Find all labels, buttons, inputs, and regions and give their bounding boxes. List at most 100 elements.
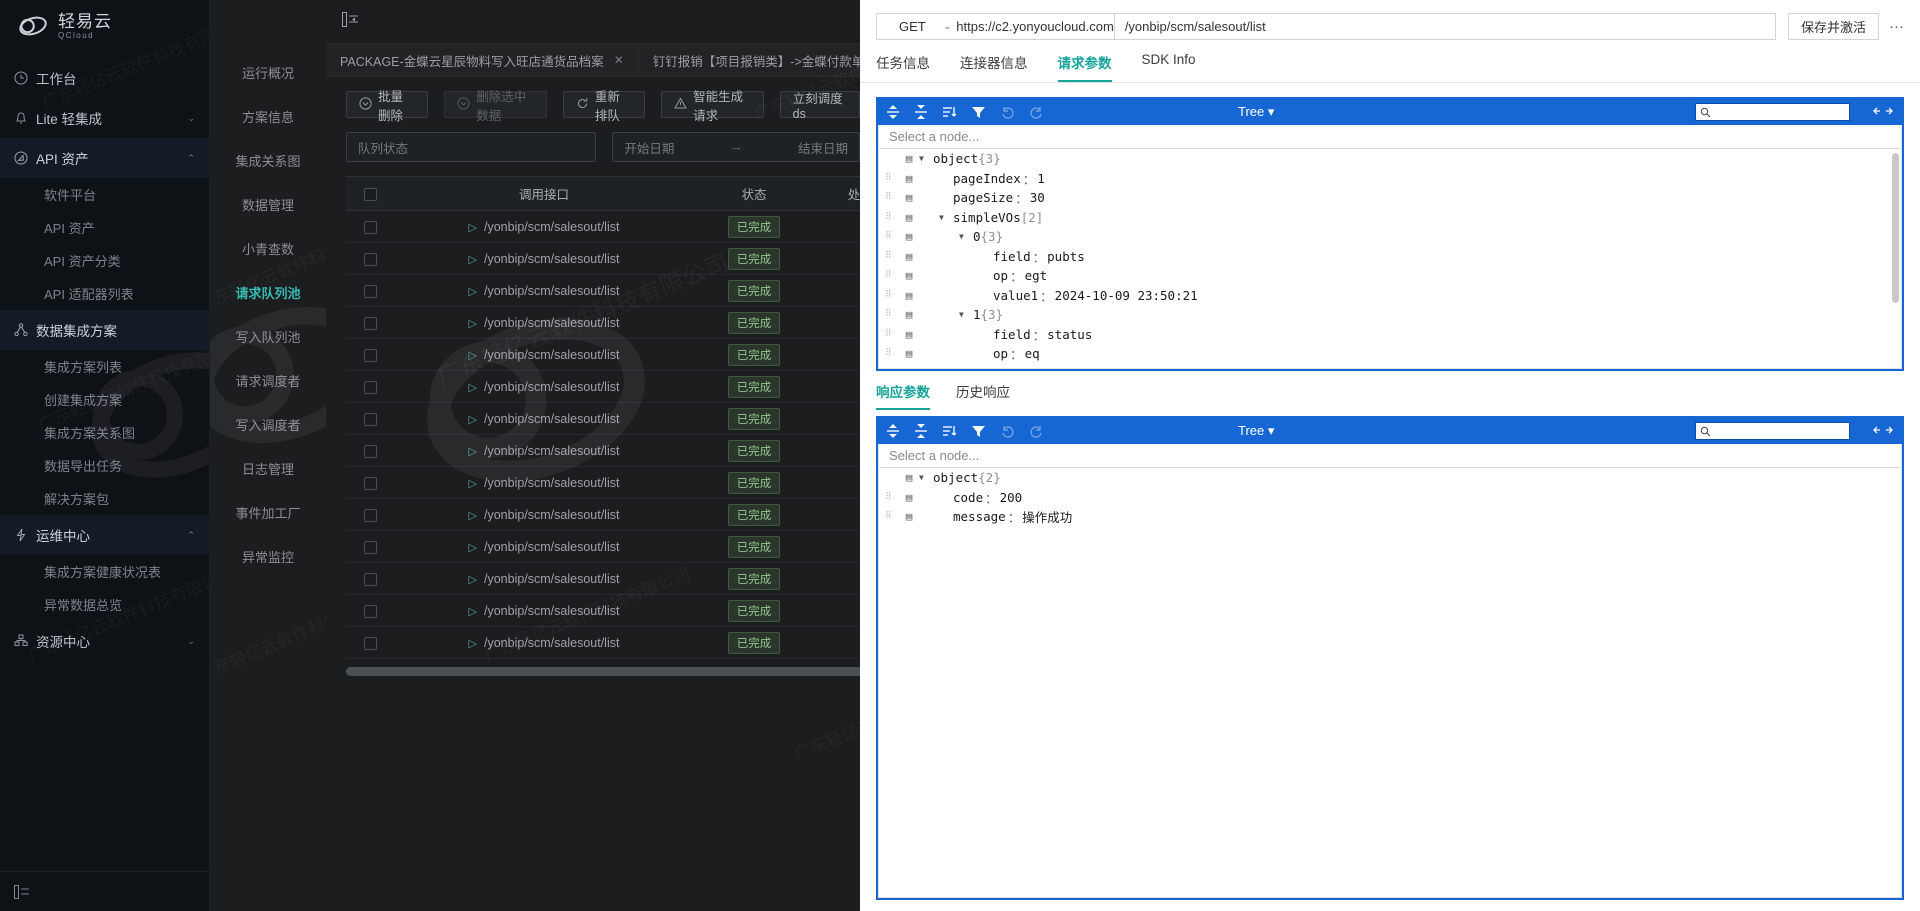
method-host-field[interactable]: GET ⌄ https://c2.yonyoucloud.com: [876, 13, 1115, 40]
play-icon[interactable]: ▷: [469, 638, 477, 650]
row-checkbox[interactable]: [363, 604, 377, 618]
json-node[interactable]: ⠿ ▤ field： pubts: [879, 247, 1901, 267]
play-icon[interactable]: ▷: [469, 254, 477, 266]
table-horizontal-scrollbar[interactable]: [346, 667, 860, 676]
expand-toggle-icon[interactable]: ▼: [959, 310, 973, 319]
row-checkbox[interactable]: [363, 412, 377, 426]
module-menu-item-2[interactable]: 集成关系图: [210, 138, 326, 182]
json-value[interactable]: egt: [1025, 268, 1048, 283]
node-menu-icon[interactable]: ▤: [899, 347, 919, 360]
json-node[interactable]: ▤ ▼ object {3}: [879, 149, 1901, 169]
select-all-header[interactable]: [346, 176, 394, 211]
play-icon[interactable]: ▷: [469, 478, 477, 490]
row-checkbox-cell[interactable]: [346, 210, 394, 243]
path-input[interactable]: /yonbip/scm/salesout/list: [1114, 13, 1776, 40]
sidebar-item-0[interactable]: 工作台: [0, 58, 209, 98]
sidebar-subitem-5[interactable]: API 资产分类: [0, 244, 209, 277]
undo-icon[interactable]: [1000, 105, 1015, 120]
json-node[interactable]: ⠿ ▤ pageIndex： 1: [879, 169, 1901, 189]
table-row[interactable]: ▷/yonbip/scm/salesout/list已完成02024-10-09…: [346, 562, 860, 595]
play-icon[interactable]: ▷: [469, 414, 477, 426]
play-icon[interactable]: ▷: [469, 574, 477, 586]
open-tab-0[interactable]: PACKAGE-金蝶云星辰物料写入旺店通货品档案 ✕: [326, 44, 639, 76]
table-row[interactable]: ▷/yonbip/scm/salesout/list已完成02024-10-09…: [346, 242, 860, 275]
detail-tab-1[interactable]: 连接器信息: [960, 52, 1028, 82]
module-menu-item-0[interactable]: 运行概况: [210, 50, 326, 94]
json-node[interactable]: ⠿ ▤ field： status: [879, 325, 1901, 345]
sidebar-subitem-11[interactable]: 数据导出任务: [0, 449, 209, 482]
toolbar-button-4[interactable]: 立刻调度 ds: [779, 91, 860, 121]
drag-handle-icon[interactable]: ⠿: [885, 349, 899, 358]
module-menu-item-10[interactable]: 事件加工厂: [210, 490, 326, 534]
node-menu-icon[interactable]: ▤: [899, 328, 919, 341]
module-menu-item-3[interactable]: 数据管理: [210, 182, 326, 226]
row-checkbox[interactable]: [363, 348, 377, 362]
row-checkbox[interactable]: [363, 380, 377, 394]
row-checkbox[interactable]: [363, 220, 377, 234]
drag-handle-icon[interactable]: ⠿: [885, 329, 899, 338]
module-menu-item-6[interactable]: 写入队列池: [210, 314, 326, 358]
request-mode-select[interactable]: Tree ▾: [1238, 104, 1274, 120]
collapse-all-icon[interactable]: [914, 104, 928, 120]
expand-toggle-icon[interactable]: ▼: [919, 154, 933, 163]
response-tab-1[interactable]: 历史响应: [956, 381, 1010, 410]
drag-handle-icon[interactable]: ⠿: [885, 271, 899, 280]
drag-handle-icon[interactable]: ⠿: [885, 512, 899, 521]
brand-logo-area[interactable]: 轻易云 QCloud: [0, 0, 209, 52]
json-node[interactable]: ⠿ ▤ ▼ 0 {3}: [879, 227, 1901, 247]
select-all-checkbox[interactable]: [363, 187, 377, 201]
sidebar-item-1[interactable]: Lite 轻集成 ⌄: [0, 98, 209, 138]
node-menu-icon[interactable]: ▤: [899, 269, 919, 282]
sidebar-subitem-14[interactable]: 集成方案健康状况表: [0, 555, 209, 588]
play-icon[interactable]: ▷: [469, 350, 477, 362]
toolbar-button-3[interactable]: 智能生成请求: [661, 90, 764, 123]
date-range-picker[interactable]: 开始日期 → 结束日期: [612, 132, 860, 162]
module-menu-item-11[interactable]: 异常监控: [210, 534, 326, 578]
play-icon[interactable]: ▷: [469, 222, 477, 234]
collapse-all-icon[interactable]: [914, 423, 928, 439]
node-menu-icon[interactable]: ▤: [899, 152, 919, 165]
response-tab-0[interactable]: 响应参数: [876, 381, 930, 410]
row-checkbox[interactable]: [363, 540, 377, 554]
json-node[interactable]: ⠿ ▤ message：操作成功: [879, 507, 1901, 527]
row-checkbox-cell[interactable]: [346, 306, 394, 339]
open-tab-1[interactable]: 钉钉报销【项目报销类】->金蝶付款单【班西】✕: [639, 44, 860, 76]
row-checkbox[interactable]: [363, 252, 377, 266]
json-value[interactable]: 200: [1000, 490, 1023, 505]
table-row[interactable]: ▷/yonbip/scm/salesout/list已完成02024-10-09…: [346, 498, 860, 531]
detail-tab-0[interactable]: 任务信息: [876, 52, 930, 82]
row-checkbox[interactable]: [363, 508, 377, 522]
drag-handle-icon[interactable]: ⠿: [885, 232, 899, 241]
play-icon[interactable]: ▷: [469, 606, 477, 618]
sidebar-subitem-4[interactable]: API 资产: [0, 211, 209, 244]
sidebar-subitem-3[interactable]: 软件平台: [0, 178, 209, 211]
row-checkbox-cell[interactable]: [346, 338, 394, 371]
expand-all-icon[interactable]: [886, 423, 900, 439]
node-menu-icon[interactable]: ▤: [899, 308, 919, 321]
play-icon[interactable]: ▷: [469, 446, 477, 458]
row-checkbox-cell[interactable]: [346, 562, 394, 595]
json-value[interactable]: eq: [1025, 346, 1040, 361]
json-value[interactable]: 30: [1030, 190, 1045, 205]
expand-toggle-icon[interactable]: ▼: [919, 473, 933, 482]
node-menu-icon[interactable]: ▤: [899, 230, 919, 243]
drag-handle-icon[interactable]: ⠿: [885, 251, 899, 260]
json-value[interactable]: pubts: [1047, 249, 1085, 264]
sidebar-item-2[interactable]: API 资产 ⌃: [0, 138, 209, 178]
sidebar-item-16[interactable]: 资源中心 ⌄: [0, 621, 209, 661]
response-json-tree[interactable]: ▤ ▼ object {2} ⠿ ▤ code： 200 ⠿ ▤ message：操作成功: [878, 468, 1902, 898]
play-icon[interactable]: ▷: [469, 286, 477, 298]
filter-icon[interactable]: [971, 105, 986, 120]
node-menu-icon[interactable]: ▤: [899, 250, 919, 263]
toolbar-button-2[interactable]: 重新排队: [562, 90, 646, 123]
play-icon[interactable]: ▷: [469, 382, 477, 394]
table-row[interactable]: ▷/yonbip/scm/salesout/list已完成02024-10-09…: [346, 626, 860, 659]
row-checkbox-cell[interactable]: [346, 626, 394, 659]
response-search-input[interactable]: [1695, 422, 1850, 440]
node-menu-icon[interactable]: ▤: [899, 211, 919, 224]
module-menu-item-7[interactable]: 请求调度者: [210, 358, 326, 402]
table-row[interactable]: ▷/yonbip/scm/salesout/list已完成02024-10-09…: [346, 338, 860, 371]
json-node[interactable]: ⠿ ▤ ▼ simpleVOs [2]: [879, 208, 1901, 228]
node-menu-icon[interactable]: ▤: [899, 491, 919, 504]
table-row[interactable]: ▷/yonbip/scm/salesout/list已完成02024-10-09…: [346, 530, 860, 563]
